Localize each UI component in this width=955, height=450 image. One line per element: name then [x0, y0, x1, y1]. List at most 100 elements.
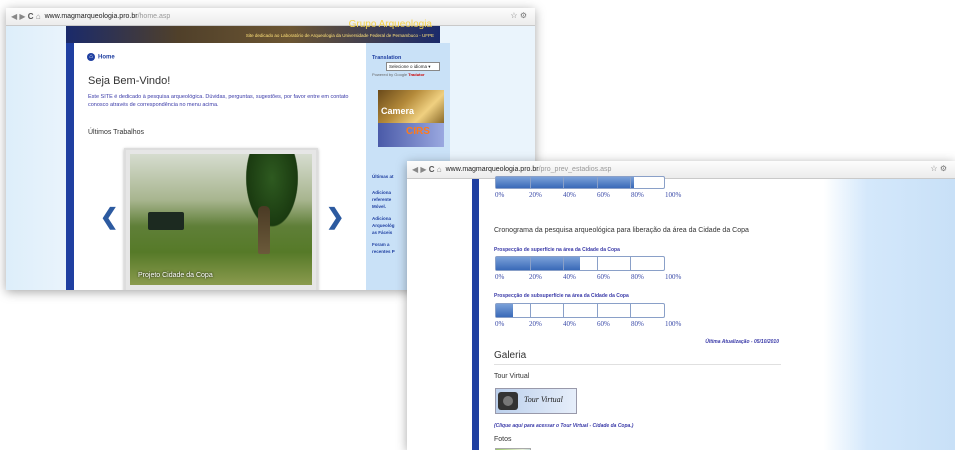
- powered-by-google: Powered by Google Tradutor: [372, 72, 425, 77]
- scale-label: 60%: [597, 191, 610, 199]
- virtual-tour-button[interactable]: Tour Virtual: [495, 388, 577, 414]
- url-host: www.magmarqueologia.pro.br: [445, 166, 539, 173]
- sidebar-news-text: Foram a: [372, 242, 390, 247]
- scale-label: 40%: [563, 320, 576, 328]
- google-translate-label: Tradutor: [408, 72, 425, 77]
- scale-label: 60%: [597, 273, 610, 281]
- gallery-heading: Galeria: [494, 350, 527, 361]
- camera-banner-label: Camera: [381, 106, 415, 116]
- main-content: ⌂ Home Seja Bem-Vindo! Este SITE é dedica…: [74, 43, 366, 290]
- address-bar[interactable]: www.magmarqueologia.pro.br/pro_prev_esta…: [446, 166, 612, 173]
- home-link[interactable]: ⌂ Home: [87, 53, 115, 61]
- progress-tick: [529, 304, 531, 317]
- site-banner: Grupo Arqueologia Site dedicado ao Labor…: [66, 19, 440, 43]
- browser-window-progress: ◀ ▶ C ⌂ www.magmarqueologia.pro.br/pro_p…: [407, 161, 955, 450]
- url-path: /home.asp: [137, 13, 171, 20]
- scale-label: 80%: [631, 320, 644, 328]
- language-select[interactable]: Selecione o idioma ▾: [386, 62, 440, 71]
- scale-label: 20%: [529, 320, 542, 328]
- scale-label: 20%: [529, 191, 542, 199]
- scale-label: 40%: [563, 191, 576, 199]
- address-bar[interactable]: www.magmarqueologia.pro.br/home.asp: [45, 13, 171, 20]
- scale-label: 100%: [665, 320, 682, 328]
- scale-label: 100%: [665, 273, 682, 281]
- scale-label: 0%: [495, 320, 505, 328]
- progress-scale: 0% 20% 40% 60% 80% 100%: [495, 273, 695, 282]
- banner-subtitle: Site dedicado ao Laboratório de Arqueolo…: [245, 33, 434, 38]
- scale-label: 100%: [665, 191, 682, 199]
- divider: [494, 364, 781, 365]
- progress-bar-top: [495, 176, 665, 189]
- progress-tick: [563, 177, 565, 188]
- person-image: [258, 206, 270, 254]
- page-viewport: 0% 20% 40% 60% 80% 100% Cronograma da pesquis…: [407, 176, 955, 450]
- progress-tick: [630, 257, 632, 270]
- browser-nav-icons[interactable]: ◀ ▶ C ⌂: [11, 12, 41, 21]
- progress-fill: [496, 177, 634, 188]
- progress-fill: [496, 257, 580, 270]
- progress-tick: [529, 257, 531, 270]
- sidebar-news-text: recentes P: [372, 249, 395, 254]
- virtual-tour-button-label: Tour Virtual: [524, 395, 563, 404]
- surface-survey-label: Prospecção de superfície na área da Cida…: [494, 247, 620, 253]
- left-column-bar: [472, 179, 479, 450]
- sidebar-news-text: referente: [372, 197, 392, 202]
- progress-tick: [596, 177, 598, 188]
- progress-scale: 0% 20% 40% 60% 80% 100%: [495, 191, 695, 200]
- sidebar-news-text: Móvel.: [372, 204, 387, 209]
- scale-label: 0%: [495, 191, 505, 199]
- progress-tick: [596, 257, 598, 270]
- slide-photo[interactable]: Projeto Cidade da Copa: [130, 154, 312, 285]
- camera-icon: [498, 392, 518, 410]
- browser-toolbar: ◀ ▶ C ⌂ www.magmarqueologia.pro.br/home.…: [6, 8, 535, 26]
- subsurface-survey-label: Prospecção de subsuperfície na área da C…: [494, 293, 629, 299]
- chronogram-heading: Cronograma da pesquisa arqueológica para…: [494, 227, 749, 234]
- powered-by-label: Powered by: [372, 72, 394, 77]
- recent-works-heading: Últimos Trabalhos: [88, 129, 145, 136]
- bookmark-star-icon[interactable]: ☆ ⚙: [510, 11, 527, 20]
- scale-label: 40%: [563, 273, 576, 281]
- image-slider[interactable]: Projeto Cidade da Copa: [124, 148, 318, 290]
- progress-tick: [596, 304, 598, 317]
- sidebar-news-text: Adiciona: [372, 190, 392, 195]
- sidebar-news-text: Arqueológ: [372, 223, 395, 228]
- url-host: www.magmarqueologia.pro.br: [44, 13, 138, 20]
- scale-label: 0%: [495, 273, 505, 281]
- language-select-value: Selecione o idioma: [389, 64, 428, 69]
- sidebar-news-heading: Últimas at: [372, 174, 394, 179]
- progress-tick: [529, 177, 531, 188]
- browser-nav-icons[interactable]: ◀ ▶ C ⌂: [412, 165, 442, 174]
- intro-text: Este SITE é dedicado à pesquisa arqueoló…: [88, 94, 349, 108]
- welcome-heading: Seja Bem-Vindo!: [88, 75, 171, 87]
- scale-label: 80%: [631, 191, 644, 199]
- url-path: /pro_prev_estadios.asp: [538, 166, 612, 173]
- home-label: Home: [98, 54, 115, 61]
- progress-scale: 0% 20% 40% 60% 80% 100%: [495, 320, 695, 329]
- home-icon: ⌂: [87, 53, 95, 61]
- left-column-bar: [66, 43, 74, 290]
- slider-prev-arrow-icon[interactable]: ❮: [100, 204, 118, 230]
- progress-tick: [630, 177, 632, 188]
- slider-next-arrow-icon[interactable]: ❯: [326, 204, 344, 230]
- sidebar-news-text: Adiciona: [372, 216, 392, 221]
- google-label: Google: [394, 72, 408, 77]
- subsurface-progress-bar: [495, 303, 665, 318]
- banner-title: Grupo Arqueologia: [348, 19, 432, 30]
- progress-tick: [563, 257, 565, 270]
- last-updated-text: Última Atualização - 05/10/2010: [705, 339, 779, 345]
- scale-label: 60%: [597, 320, 610, 328]
- bookmark-star-icon[interactable]: ☆ ⚙: [930, 164, 947, 173]
- surface-progress-bar: [495, 256, 665, 271]
- progress-tick: [630, 304, 632, 317]
- photos-heading: Fotos: [494, 436, 512, 443]
- scale-label: 80%: [631, 273, 644, 281]
- virtual-tour-hint-link[interactable]: (Clique aqui para acessar o Tour Virtual…: [494, 423, 633, 429]
- browser-toolbar: ◀ ▶ C ⌂ www.magmarqueologia.pro.br/pro_p…: [407, 161, 955, 179]
- cirs-banner[interactable]: CIRS: [378, 123, 444, 147]
- virtual-tour-heading: Tour Virtual: [494, 373, 530, 380]
- vehicle-image: [148, 212, 184, 230]
- cirs-banner-label: CIRS: [406, 126, 430, 137]
- slide-caption: Projeto Cidade da Copa: [138, 272, 213, 279]
- camera-banner[interactable]: Camera: [378, 90, 444, 123]
- scale-label: 20%: [529, 273, 542, 281]
